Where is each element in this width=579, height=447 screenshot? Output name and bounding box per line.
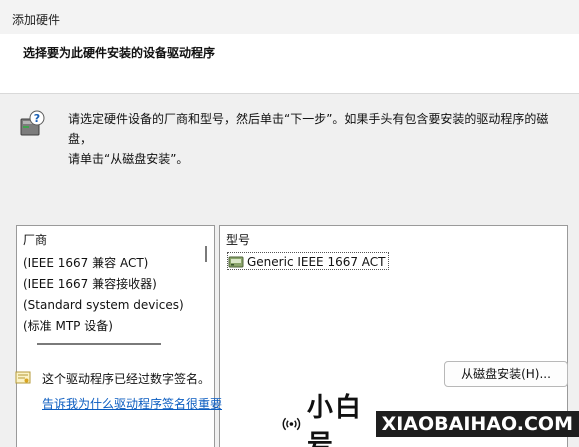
signature-status: 这个驱动程序已经过数字签名。 — [42, 372, 211, 386]
model-header: 型号 — [226, 233, 251, 247]
list-item[interactable]: (IEEE 1667 兼容接收器) — [23, 274, 203, 295]
list-item[interactable]: (Standard system devices) — [23, 295, 203, 316]
device-icon — [228, 256, 244, 268]
list-item[interactable]: Generic IEEE 1667 ACT — [227, 252, 389, 270]
list-item[interactable]: (IEEE 1667 兼容 ACT) — [23, 253, 203, 274]
watermark-cn: 小白号 — [306, 393, 363, 447]
list-item[interactable]: (标准 MTP 设备) — [23, 316, 203, 337]
page-title: 选择要为此硬件安装的设备驱动程序 — [23, 46, 216, 60]
horizontal-scrollbar[interactable] — [37, 343, 161, 345]
manufacturer-listbox[interactable]: 厂商 (IEEE 1667 兼容 ACT) (IEEE 1667 兼容接收器) … — [16, 225, 215, 447]
hardware-help-icon: ? — [20, 110, 45, 136]
wizard-header: 选择要为此硬件安装的设备驱动程序 — [0, 34, 579, 94]
title-bar: 添加硬件 — [0, 0, 579, 34]
have-disk-button[interactable]: 从磁盘安装(H)... — [444, 361, 568, 387]
vertical-scrollbar[interactable] — [205, 246, 207, 262]
watermark: 小白号 XIAOBAIHAO.COM — [282, 393, 579, 447]
wizard-body: ? 请选定硬件设备的厂商和型号，然后单击“下一步”。如果手头有包含要安装的驱动程… — [0, 95, 579, 447]
manufacturer-header: 厂商 — [23, 233, 48, 247]
manufacturer-list: (IEEE 1667 兼容 ACT) (IEEE 1667 兼容接收器) (St… — [23, 253, 203, 337]
window-title: 添加硬件 — [12, 13, 61, 27]
broadcast-icon — [282, 417, 301, 431]
model-item-label: Generic IEEE 1667 ACT — [247, 255, 386, 269]
instruction-line-2: 请单击“从磁盘安装”。 — [68, 152, 189, 166]
certificate-icon — [15, 371, 31, 384]
watermark-en: XIAOBAIHAO.COM — [375, 411, 579, 437]
svg-text:?: ? — [34, 112, 40, 125]
signature-help-link[interactable]: 告诉我为什么驱动程序签名很重要 — [42, 395, 222, 412]
instruction-text: 请选定硬件设备的厂商和型号，然后单击“下一步”。如果手头有包含要安装的驱动程序的… — [68, 109, 558, 169]
instruction-line-1: 请选定硬件设备的厂商和型号，然后单击“下一步”。如果手头有包含要安装的驱动程序的… — [68, 112, 549, 146]
